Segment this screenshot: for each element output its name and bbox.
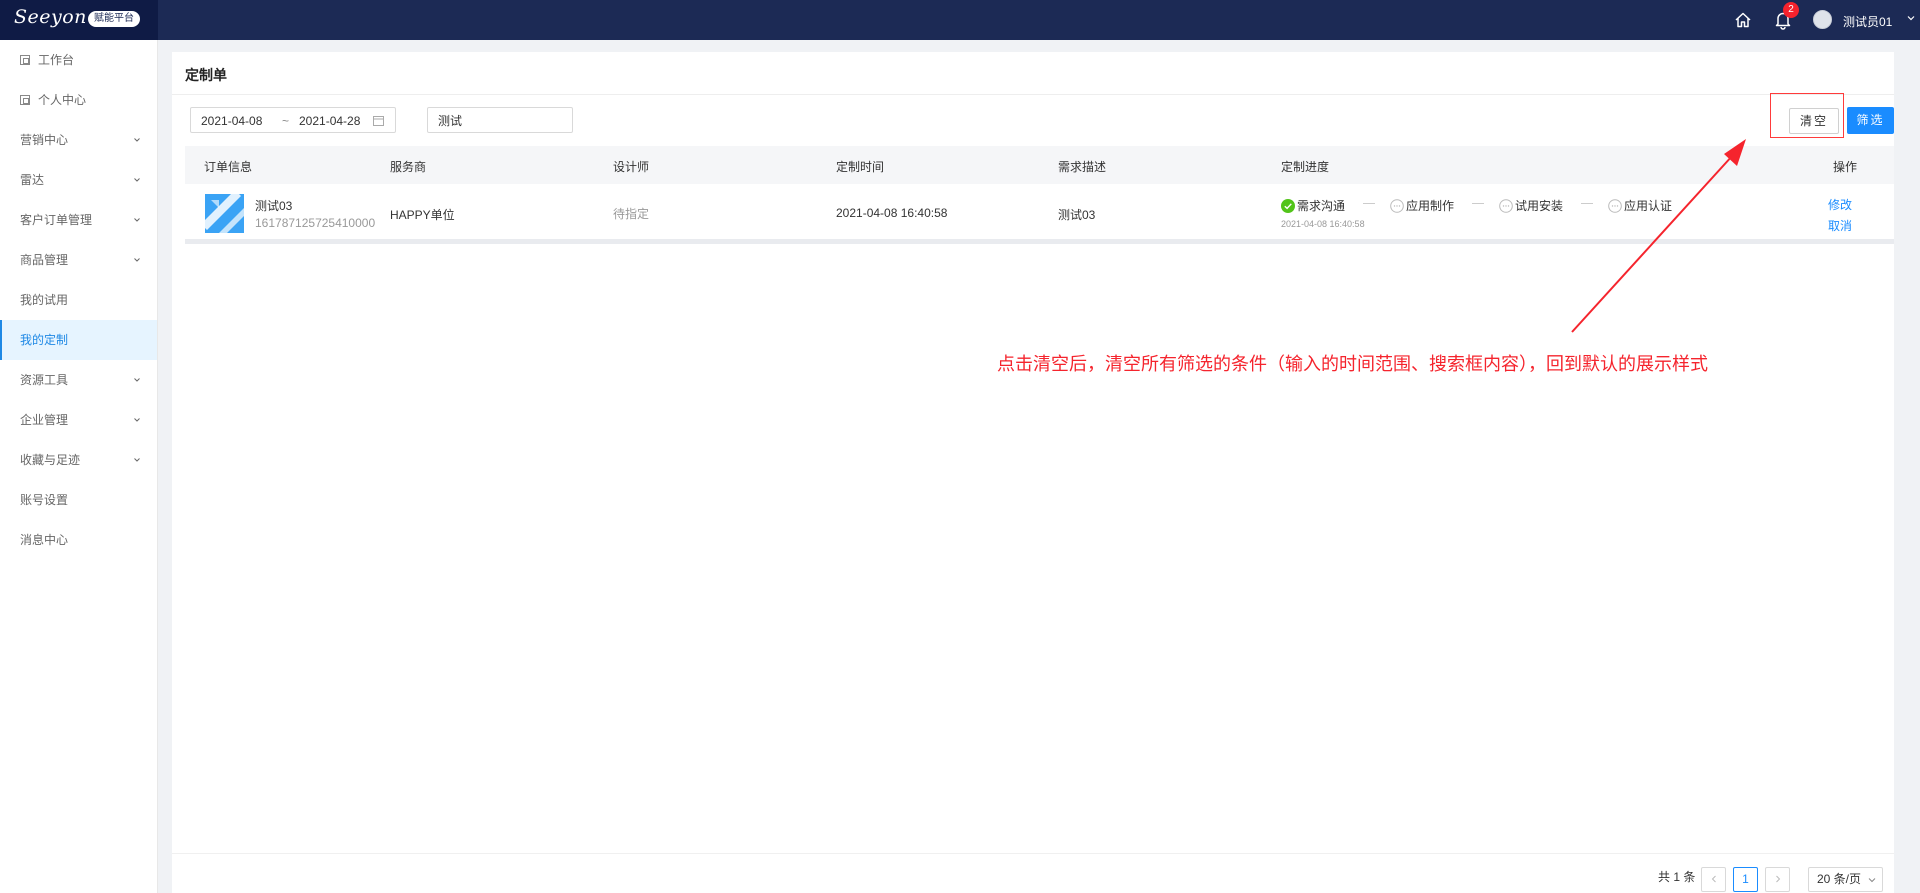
- page-title: 定制单: [185, 67, 227, 83]
- menu-item-icon: [20, 55, 30, 65]
- description-cell: 测试03: [1058, 208, 1096, 222]
- sidebar-item[interactable]: 个人中心: [0, 80, 157, 120]
- divider: [172, 94, 1894, 95]
- page-size-select[interactable]: 20 条/页: [1808, 867, 1883, 892]
- clear-button[interactable]: 清空: [1789, 108, 1839, 134]
- sidebar-item[interactable]: 收藏与足迹: [0, 440, 157, 480]
- chevron-left-icon: [1711, 875, 1716, 883]
- chevron-down-icon: [1868, 878, 1876, 883]
- sidebar-item[interactable]: 消息中心: [0, 520, 157, 560]
- designer-cell: 待指定: [613, 207, 650, 221]
- chevron-down-icon: [134, 458, 140, 462]
- date-start[interactable]: 2021-04-08: [201, 114, 262, 128]
- column-header-description: 需求描述: [1058, 160, 1107, 174]
- sidebar-item[interactable]: 我的定制: [0, 320, 157, 360]
- chevron-down-icon[interactable]: [1906, 13, 1916, 23]
- chevron-down-icon: [134, 378, 140, 382]
- progress-step-1: 需求沟通: [1281, 197, 1345, 214]
- menu-item-icon: [20, 95, 30, 105]
- top-header: Seeyon 赋能平台 2 测试员01: [0, 0, 1920, 40]
- avatar[interactable]: [1813, 10, 1832, 29]
- sidebar-item-label: 消息中心: [20, 533, 69, 547]
- column-header-designer: 设计师: [613, 160, 650, 174]
- column-header-progress: 定制进度: [1281, 160, 1330, 174]
- sidebar-item[interactable]: 营销中心: [0, 120, 157, 160]
- time-cell: 2021-04-08 16:40:58: [836, 206, 948, 220]
- chevron-down-icon: [134, 258, 140, 262]
- table-row: 测试03 161787125725410000 HAPPY单位 待指定 2021…: [185, 184, 1894, 244]
- edit-link[interactable]: 修改: [1828, 196, 1852, 213]
- chevron-down-icon: [134, 418, 140, 422]
- sidebar-item-label: 账号设置: [20, 493, 69, 507]
- sidebar-item-label: 商品管理: [20, 253, 69, 267]
- progress-step-3: 试用安装: [1499, 197, 1563, 214]
- logo[interactable]: Seeyon 赋能平台: [0, 0, 158, 40]
- next-page-button[interactable]: [1765, 867, 1790, 892]
- sidebar-item-label: 客户订单管理: [20, 213, 93, 227]
- date-separator: ~: [282, 114, 290, 128]
- sidebar-item-label: 我的定制: [20, 333, 69, 347]
- progress-connector: [1472, 203, 1484, 204]
- sidebar-item-label: 收藏与足迹: [20, 453, 81, 467]
- sidebar-item-label: 工作台: [38, 53, 75, 67]
- page-number-button[interactable]: 1: [1733, 867, 1758, 892]
- sidebar-item[interactable]: 账号设置: [0, 480, 157, 520]
- chevron-down-icon: [134, 218, 140, 222]
- table-header: 订单信息 服务商 设计师 定制时间 需求描述 定制进度 操作: [185, 146, 1894, 184]
- sidebar-item[interactable]: 客户订单管理: [0, 200, 157, 240]
- column-header-actions: 操作: [1833, 160, 1858, 174]
- sidebar-item-label: 雷达: [20, 173, 45, 187]
- pending-circle-icon: [1499, 199, 1513, 213]
- progress-step-date: 2021-04-08 16:40:58: [1281, 219, 1365, 229]
- page-total: 共 1 条: [1658, 870, 1696, 884]
- prev-page-button[interactable]: [1701, 867, 1726, 892]
- progress-connector: [1363, 203, 1375, 204]
- check-circle-icon: [1281, 199, 1295, 213]
- pending-circle-icon: [1608, 199, 1622, 213]
- logo-text: Seeyon: [14, 6, 87, 28]
- pagination: 共 1 条 1 20 条/页: [172, 853, 1894, 893]
- cancel-link[interactable]: 取消: [1828, 217, 1852, 234]
- order-thumbnail: [205, 194, 244, 233]
- provider-cell: HAPPY单位: [390, 208, 455, 222]
- column-header-order: 订单信息: [204, 160, 253, 174]
- main-card: 定制单 2021-04-08 ~ 2021-04-28 清空 筛选 订单信息 服…: [172, 52, 1894, 853]
- chevron-down-icon: [134, 138, 140, 142]
- sidebar-item[interactable]: 我的试用: [0, 280, 157, 320]
- column-header-time: 定制时间: [836, 160, 885, 174]
- progress-step-4: 应用认证: [1608, 197, 1672, 214]
- page-size-value: 20 条/页: [1817, 872, 1862, 886]
- order-name: 测试03: [255, 199, 293, 213]
- date-range-picker[interactable]: 2021-04-08 ~ 2021-04-28: [190, 107, 396, 133]
- sidebar-item-label: 企业管理: [20, 413, 69, 427]
- progress-step-2: 应用制作: [1390, 197, 1454, 214]
- column-header-provider: 服务商: [390, 160, 427, 174]
- home-icon[interactable]: [1734, 11, 1752, 29]
- sidebar-item-label: 个人中心: [38, 93, 87, 107]
- progress-connector: [1581, 203, 1593, 204]
- search-input[interactable]: [427, 107, 573, 133]
- chevron-down-icon: [134, 178, 140, 182]
- pending-circle-icon: [1390, 199, 1404, 213]
- filter-button[interactable]: 筛选: [1847, 107, 1894, 134]
- username[interactable]: 测试员01: [1843, 13, 1892, 30]
- sidebar-item[interactable]: 资源工具: [0, 360, 157, 400]
- sidebar-item[interactable]: 雷达: [0, 160, 157, 200]
- sidebar-item-label: 我的试用: [20, 293, 69, 307]
- sidebar-item[interactable]: 工作台: [0, 40, 157, 80]
- sidebar-item-label: 资源工具: [20, 373, 69, 387]
- sidebar-item[interactable]: 企业管理: [0, 400, 157, 440]
- date-end[interactable]: 2021-04-28: [299, 114, 360, 128]
- notification-badge: 2: [1783, 2, 1799, 18]
- platform-badge: 赋能平台: [88, 11, 140, 27]
- sidebar: 工作台个人中心营销中心雷达客户订单管理 商品管理我的试用我的定制资源工具企业管理收…: [0, 40, 158, 893]
- sidebar-item-label: 营销中心: [20, 133, 69, 147]
- calendar-icon[interactable]: [373, 115, 384, 126]
- order-number: 161787125725410000: [255, 216, 376, 230]
- sidebar-item[interactable]: 商品管理: [0, 240, 157, 280]
- annotation-text: 点击清空后，清空所有筛选的条件（输入的时间范围、搜索框内容），回到默认的展示样式: [997, 354, 1708, 374]
- chevron-right-icon: [1775, 875, 1780, 883]
